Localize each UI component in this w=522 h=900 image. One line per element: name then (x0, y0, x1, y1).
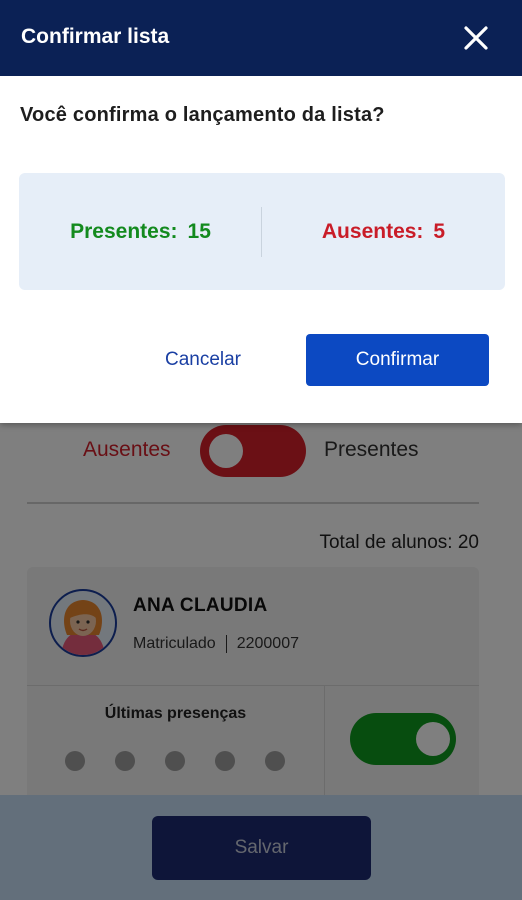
ausentes-label: Ausentes: (321, 219, 424, 243)
cancel-button[interactable]: Cancelar (150, 336, 256, 384)
confirm-button[interactable]: Confirmar (306, 334, 489, 386)
attendance-summary: Presentes: 15 Ausentes: 5 (19, 173, 505, 290)
summary-presentes: Presentes: 15 (19, 173, 262, 290)
confirm-dialog: Confirmar lista Você confirma o lançamen… (0, 0, 522, 423)
dialog-header: Confirmar lista (0, 0, 522, 76)
dialog-question: Você confirma o lançamento da lista? (20, 104, 385, 126)
close-icon (464, 26, 488, 50)
summary-ausentes: Ausentes: 5 (262, 173, 505, 290)
dialog-title: Confirmar lista (21, 25, 170, 48)
presentes-count: 15 (187, 219, 211, 243)
presentes-label: Presentes: (70, 219, 178, 243)
ausentes-count: 5 (433, 219, 446, 243)
close-button[interactable] (456, 18, 496, 58)
